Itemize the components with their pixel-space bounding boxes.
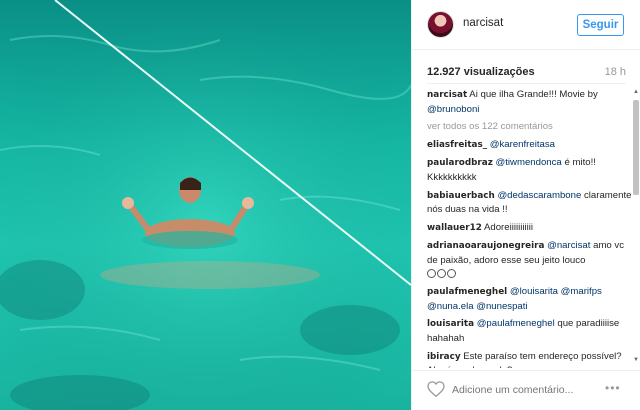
comment-item: paularodbraz @tiwmendonca é mito!! Kkkkk… bbox=[427, 156, 632, 184]
comment-item: wallauer12 Adoreiiiiiiiiiii bbox=[427, 221, 632, 236]
post-stats: 12.927 visualizações 18 h bbox=[427, 66, 626, 80]
comment-item: louisarita @paulafmeneghel que paradiiii… bbox=[427, 317, 632, 345]
comment-item: paulafmeneghel @louisarita @marifps @nun… bbox=[427, 285, 632, 313]
comment-mention[interactable]: @tiwmendonca bbox=[496, 157, 562, 168]
comment-text: Adoreiiiiiiiiiii bbox=[483, 221, 534, 233]
caption: narcisat Ai que ilha Grande!!! Movie by … bbox=[427, 88, 632, 116]
emoji-icon bbox=[447, 268, 456, 278]
post-header: narcisat Seguir bbox=[412, 0, 640, 50]
comment-user[interactable]: louisarita bbox=[427, 319, 474, 329]
post-video[interactable] bbox=[0, 0, 411, 410]
divider bbox=[427, 83, 626, 84]
comment-user[interactable]: wallauer12 bbox=[427, 223, 482, 233]
comment-user[interactable]: paulafmeneghel bbox=[427, 287, 507, 297]
comment-mention[interactable]: @dedascarambone bbox=[497, 190, 581, 201]
post-username[interactable]: narcisat bbox=[463, 17, 503, 29]
emoji-icon bbox=[427, 268, 436, 278]
comment-item: babiauerbach @dedascarambone claramente … bbox=[427, 189, 632, 217]
post-sidebar: narcisat Seguir 12.927 visualizações 18 … bbox=[411, 0, 640, 410]
caption-user[interactable]: narcisat bbox=[427, 90, 467, 100]
comment-item: ibiracy Este paraíso tem endereço possív… bbox=[427, 350, 632, 369]
follow-button[interactable]: Seguir bbox=[577, 14, 624, 36]
more-options-icon[interactable]: ••• bbox=[605, 381, 621, 395]
comment-user[interactable]: adrianaoaraujonegreira bbox=[427, 241, 544, 251]
comment-mention[interactable]: @paulafmeneghel bbox=[477, 318, 555, 329]
avatar[interactable] bbox=[427, 11, 454, 38]
comment-user[interactable]: paularodbraz bbox=[427, 158, 493, 168]
caption-mention[interactable]: @brunoboni bbox=[427, 104, 479, 115]
comment-item: eliasfreitas_ @karenfreitasa bbox=[427, 138, 632, 153]
comment-mention[interactable]: @karenfreitasa bbox=[490, 139, 555, 150]
comments-scrollbar[interactable]: ▲ ▼ bbox=[632, 88, 640, 364]
comment-user[interactable]: babiauerbach bbox=[427, 191, 495, 201]
emoji-icon bbox=[437, 268, 446, 278]
swimming-scene bbox=[0, 0, 411, 410]
comment-user[interactable]: eliasfreitas_ bbox=[427, 140, 487, 150]
comment-user[interactable]: ibiracy bbox=[427, 352, 461, 362]
view-all-comments-link[interactable]: ver todos os 122 comentários bbox=[427, 120, 632, 134]
comment-item: adrianaoaraujonegreira @narcisat amo vc … bbox=[427, 239, 632, 281]
scrollbar-thumb[interactable] bbox=[633, 100, 639, 195]
heart-icon[interactable] bbox=[427, 381, 445, 397]
comment-list: narcisat Ai que ilha Grande!!! Movie by … bbox=[427, 88, 632, 368]
comment-mention[interactable]: @narcisat bbox=[547, 240, 590, 251]
view-count: 12.927 visualizações bbox=[427, 66, 535, 78]
add-comment-input[interactable] bbox=[452, 382, 592, 398]
post-time[interactable]: 18 h bbox=[605, 66, 626, 78]
scroll-up-arrow-icon[interactable]: ▲ bbox=[633, 88, 639, 96]
post-actions: ••• bbox=[412, 370, 640, 410]
caption-text: Ai que ilha Grande!!! Movie by bbox=[469, 89, 598, 100]
scroll-down-arrow-icon[interactable]: ▼ bbox=[633, 356, 639, 364]
